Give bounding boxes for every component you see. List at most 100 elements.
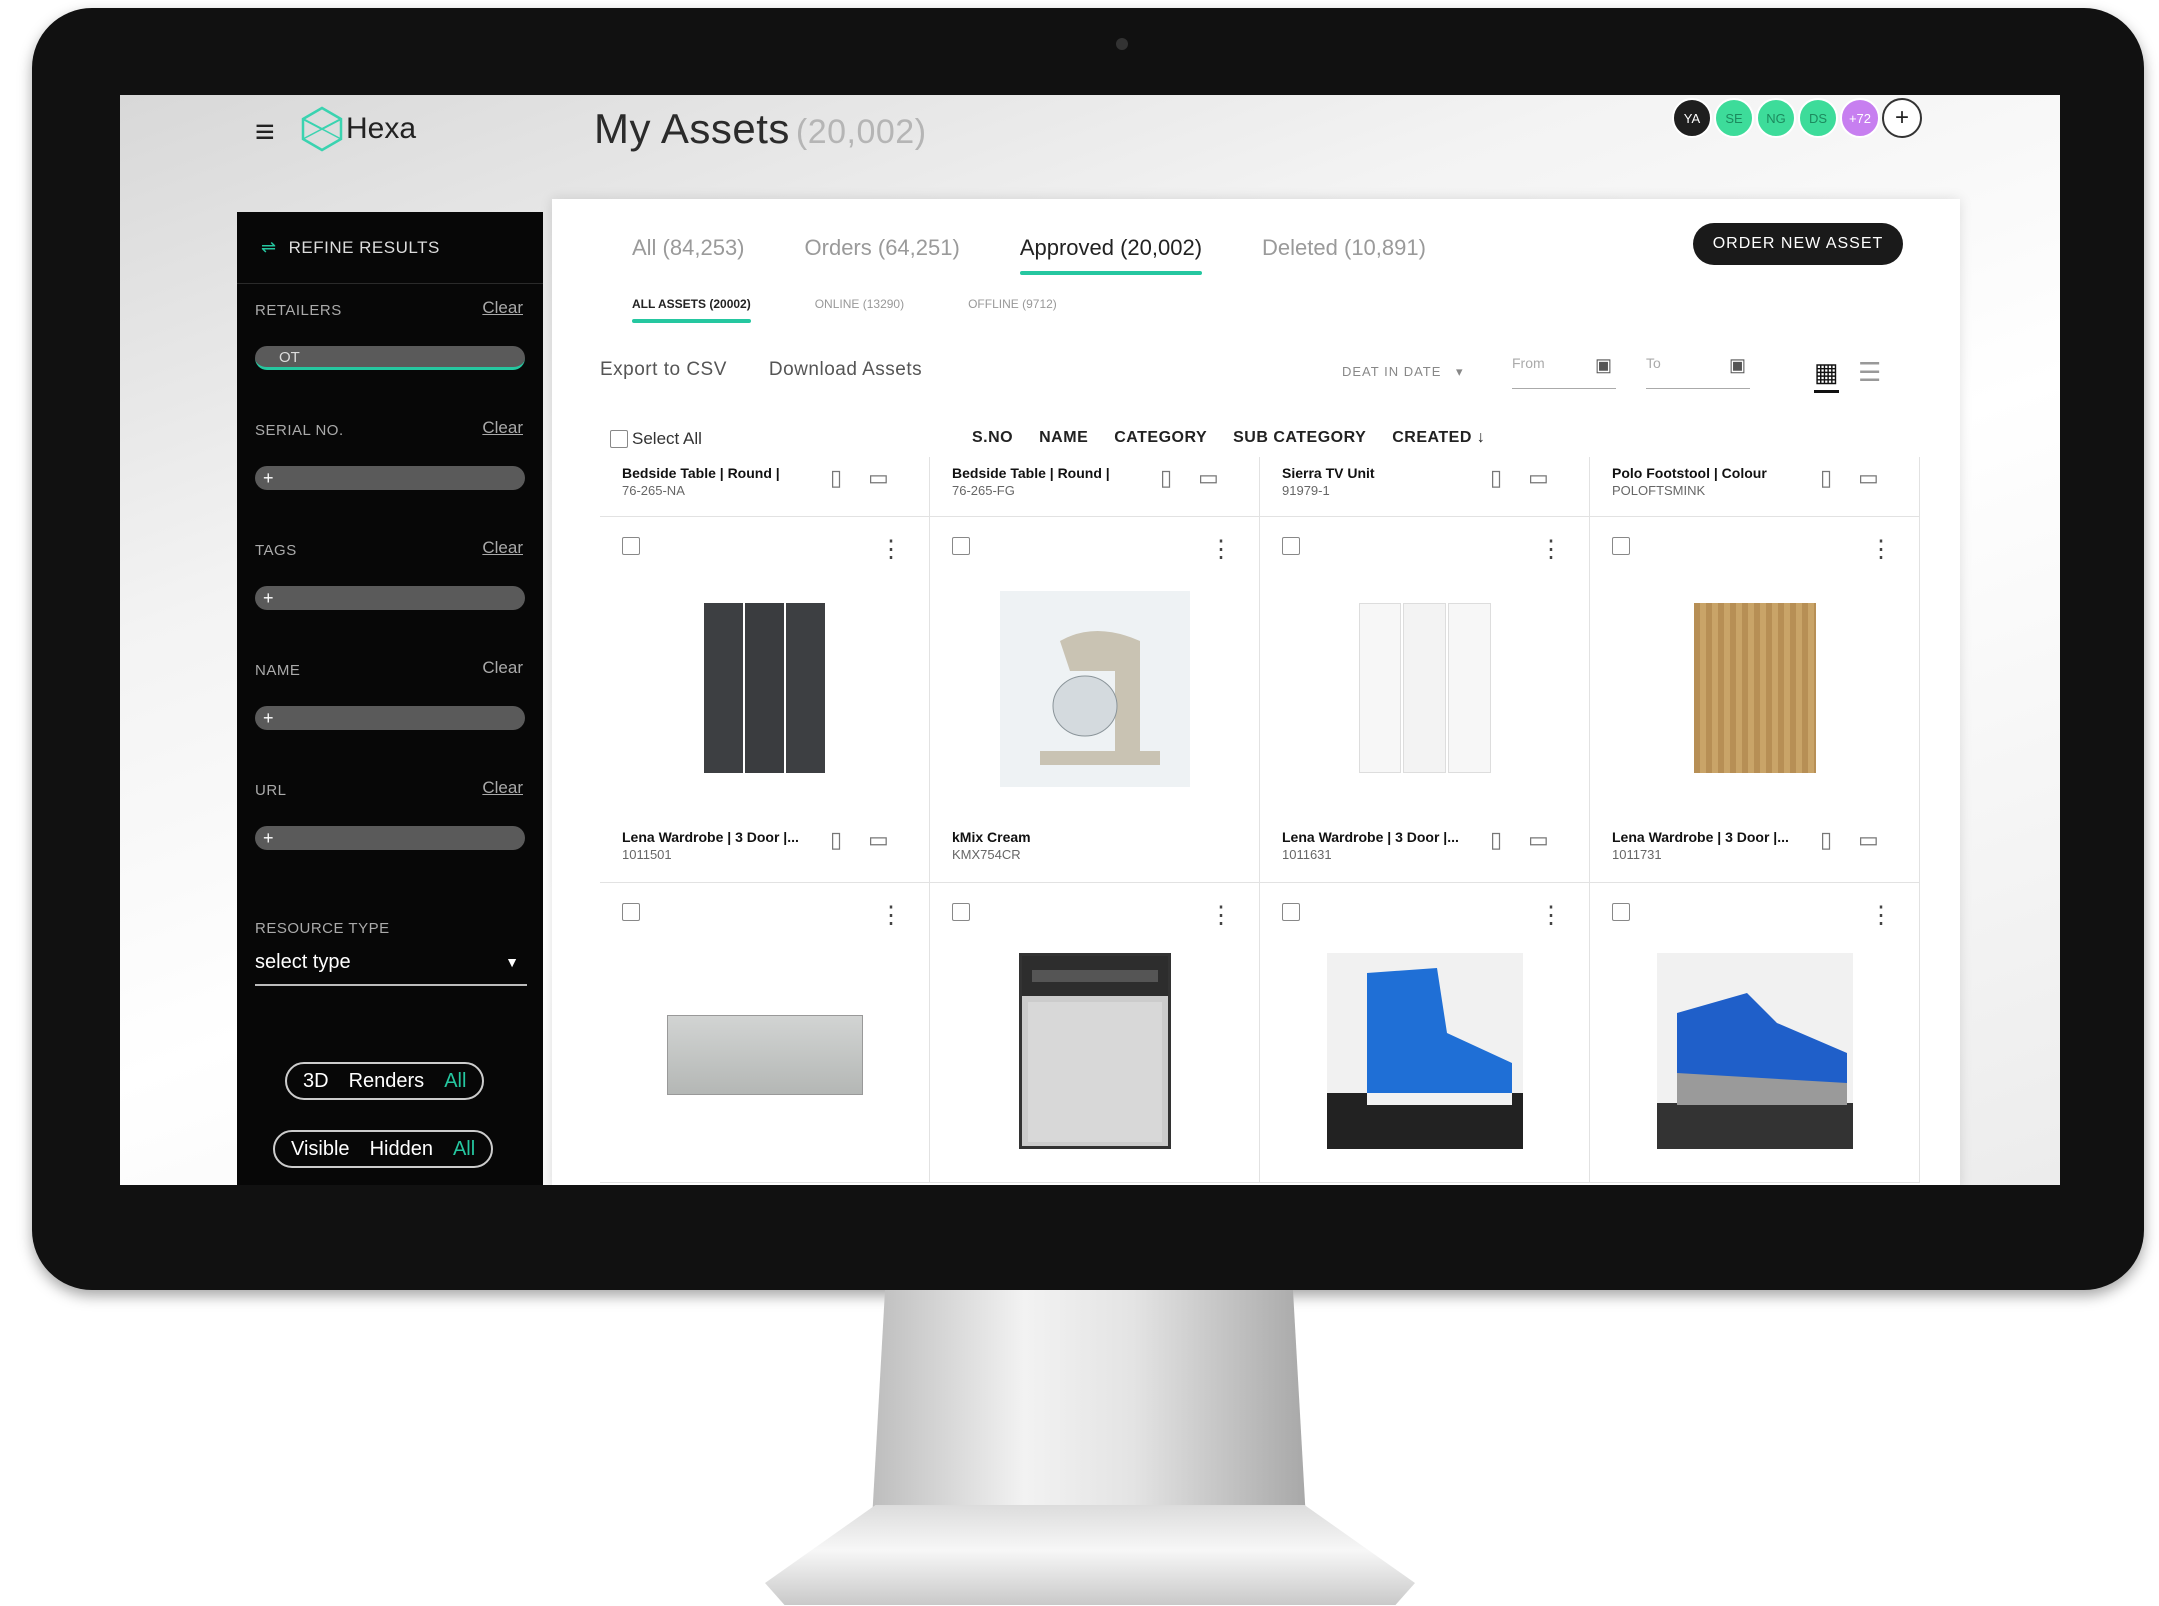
grid-view-icon[interactable]: ▦ — [1814, 357, 1839, 393]
hamburger-icon[interactable]: ≡ — [255, 113, 275, 152]
mobile-ar-icon[interactable]: ▯ — [1820, 827, 1832, 853]
calendar-icon[interactable]: ▣ — [1595, 355, 1612, 376]
asset-checkbox[interactable] — [1282, 903, 1300, 921]
subtab-online[interactable]: ONLINE (13290) — [815, 297, 904, 323]
toggle-option[interactable]: Visible — [291, 1138, 350, 1161]
desktop-icon[interactable]: ▭ — [1528, 465, 1549, 491]
asset-card[interactable]: ⋮ — [600, 883, 930, 1183]
desktop-icon[interactable]: ▭ — [868, 465, 889, 491]
list-view-icon[interactable]: ☰ — [1858, 357, 1881, 388]
column-name[interactable]: NAME — [1039, 429, 1088, 447]
subtab-offline[interactable]: OFFLINE (9712) — [968, 297, 1057, 323]
retailers-input[interactable]: OT — [255, 346, 525, 370]
avatar[interactable]: NG — [1756, 98, 1796, 138]
tags-input[interactable]: + — [255, 586, 525, 610]
asset-card-partial[interactable]: Bedside Table | Round | 76-265-FG ▯ ▭ — [930, 457, 1260, 517]
clear-serial-link[interactable]: Clear — [482, 418, 523, 438]
kebab-icon[interactable]: ⋮ — [879, 535, 903, 564]
mobile-ar-icon[interactable]: ▯ — [1820, 465, 1832, 491]
mobile-ar-icon[interactable]: ▯ — [1490, 827, 1502, 853]
kebab-icon[interactable]: ⋮ — [1539, 535, 1563, 564]
asset-card[interactable]: ⋮ — [1260, 883, 1590, 1183]
date-to-field[interactable]: To ▣ — [1646, 355, 1750, 389]
kebab-icon[interactable]: ⋮ — [1869, 535, 1893, 564]
clear-tags-link[interactable]: Clear — [482, 538, 523, 558]
desktop-icon[interactable]: ▭ — [1858, 827, 1879, 853]
avatar[interactable]: +72 — [1840, 98, 1880, 138]
clear-retailers-link[interactable]: Clear — [482, 298, 523, 318]
asset-checkbox[interactable] — [1612, 903, 1630, 921]
asset-thumbnail[interactable] — [1326, 953, 1523, 1149]
desktop-icon[interactable]: ▭ — [1858, 465, 1879, 491]
asset-thumbnail[interactable] — [1656, 953, 1853, 1149]
asset-checkbox[interactable] — [952, 903, 970, 921]
asset-thumbnail[interactable] — [666, 1015, 863, 1095]
desktop-icon[interactable]: ▭ — [868, 827, 889, 853]
resource-type-select[interactable]: select type ▼ — [255, 944, 527, 986]
kebab-icon[interactable]: ⋮ — [1209, 535, 1233, 564]
asset-card[interactable]: ⋮ Lena Wardrobe | 3 Door |... 1011501 ▯ … — [600, 517, 930, 883]
column-created[interactable]: CREATED ↓ — [1392, 429, 1485, 447]
mobile-ar-icon[interactable]: ▯ — [1490, 465, 1502, 491]
asset-card[interactable]: ⋮ kMix Cream KMX754CR — [930, 517, 1260, 883]
renders-toggle[interactable]: 3D Renders All — [285, 1062, 485, 1100]
mobile-ar-icon[interactable]: ▯ — [830, 465, 842, 491]
column-category[interactable]: CATEGORY — [1114, 429, 1207, 447]
asset-checkbox[interactable] — [1612, 537, 1630, 555]
tab-deleted[interactable]: Deleted (10,891) — [1262, 235, 1426, 275]
order-new-asset-button[interactable]: ORDER NEW ASSET — [1693, 223, 1903, 265]
asset-thumbnail[interactable] — [1693, 603, 1816, 773]
asset-checkbox[interactable] — [622, 903, 640, 921]
asset-checkbox[interactable] — [1282, 537, 1300, 555]
select-all-checkbox[interactable] — [610, 430, 628, 448]
tab-approved[interactable]: Approved (20,002) — [1019, 235, 1203, 275]
asset-checkbox[interactable] — [622, 537, 640, 555]
asset-card[interactable]: ⋮ Lena Wardrobe | 3 Door |... 1011731 ▯ … — [1590, 517, 1920, 883]
avatar[interactable]: SE — [1714, 98, 1754, 138]
visibility-toggle[interactable]: Visible Hidden All — [273, 1130, 494, 1168]
asset-card-partial[interactable]: Polo Footstool | Colour POLOFTSMINK ▯ ▭ — [1590, 457, 1920, 517]
subtab-all-assets[interactable]: ALL ASSETS (20002) — [632, 297, 751, 323]
download-assets-button[interactable]: Download Assets — [769, 359, 922, 381]
date-from-field[interactable]: From ▣ — [1512, 355, 1616, 389]
asset-thumbnail[interactable] — [703, 603, 826, 773]
kebab-icon[interactable]: ⋮ — [879, 901, 903, 930]
mobile-ar-icon[interactable]: ▯ — [1160, 465, 1172, 491]
avatar[interactable]: DS — [1798, 98, 1838, 138]
select-all[interactable]: Select All — [610, 429, 702, 449]
mobile-ar-icon[interactable]: ▯ — [830, 827, 842, 853]
asset-card[interactable]: ⋮ Lena Wardrobe | 3 Door |... 1011631 ▯ … — [1260, 517, 1590, 883]
clear-name-link[interactable]: Clear — [482, 658, 523, 678]
asset-card[interactable]: ⋮ — [930, 883, 1260, 1183]
asset-card-partial[interactable]: Bedside Table | Round | 76-265-NA ▯ ▭ — [600, 457, 930, 517]
tab-all[interactable]: All (84,253) — [632, 235, 745, 275]
toggle-option[interactable]: 3D — [303, 1070, 329, 1093]
sort-by-select[interactable]: DEAT IN DATE ▾ — [1342, 364, 1464, 380]
export-csv-button[interactable]: Export to CSV — [600, 359, 727, 381]
url-input[interactable]: + — [255, 826, 525, 850]
desktop-icon[interactable]: ▭ — [1528, 827, 1549, 853]
name-input[interactable]: + — [255, 706, 525, 730]
asset-card[interactable]: ⋮ — [1590, 883, 1920, 1183]
column-sno[interactable]: S.NO — [972, 429, 1013, 447]
column-subcategory[interactable]: SUB CATEGORY — [1233, 429, 1366, 447]
asset-thumbnail[interactable] — [999, 591, 1190, 787]
add-member-button[interactable]: + — [1882, 98, 1922, 138]
asset-checkbox[interactable] — [952, 537, 970, 555]
serial-input[interactable]: + — [255, 466, 525, 490]
tab-orders[interactable]: Orders (64,251) — [805, 235, 960, 275]
toggle-option-active[interactable]: All — [453, 1138, 475, 1161]
kebab-icon[interactable]: ⋮ — [1539, 901, 1563, 930]
calendar-icon[interactable]: ▣ — [1729, 355, 1746, 376]
toggle-option[interactable]: Hidden — [370, 1138, 433, 1161]
kebab-icon[interactable]: ⋮ — [1209, 901, 1233, 930]
toggle-option[interactable]: Renders — [349, 1070, 425, 1093]
desktop-icon[interactable]: ▭ — [1198, 465, 1219, 491]
asset-card-partial[interactable]: Sierra TV Unit 91979-1 ▯ ▭ — [1260, 457, 1590, 517]
asset-thumbnail[interactable] — [1018, 953, 1171, 1149]
asset-thumbnail[interactable] — [1358, 603, 1491, 773]
kebab-icon[interactable]: ⋮ — [1869, 901, 1893, 930]
clear-url-link[interactable]: Clear — [482, 778, 523, 798]
toggle-option-active[interactable]: All — [444, 1070, 466, 1093]
avatar[interactable]: YA — [1672, 98, 1712, 138]
